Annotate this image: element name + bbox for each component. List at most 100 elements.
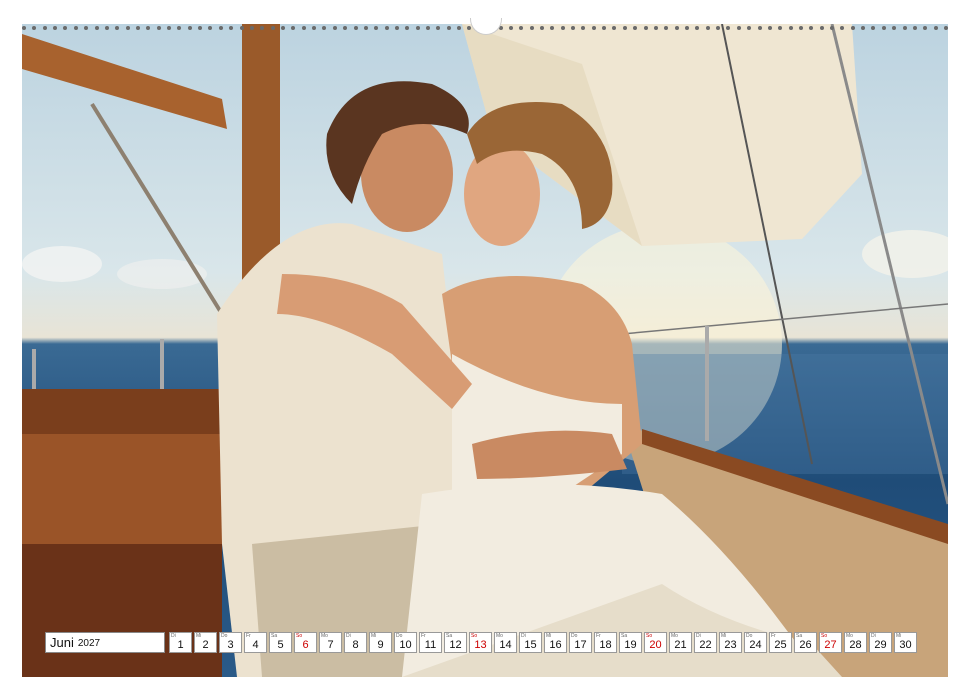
day-number: 25 xyxy=(774,639,787,651)
day-number: 27 xyxy=(824,639,837,651)
binding-hole xyxy=(53,26,58,30)
day-cell: Mi 9 xyxy=(369,632,392,653)
binding-hole xyxy=(104,26,109,30)
binding-hole xyxy=(301,26,306,30)
binding-hole xyxy=(384,26,389,30)
day-number: 7 xyxy=(327,639,334,651)
binding-hole xyxy=(198,26,203,30)
binding-hole xyxy=(581,26,586,30)
binding-hole xyxy=(653,26,658,30)
day-number: 11 xyxy=(424,639,437,651)
binding-hole xyxy=(312,26,317,30)
day-cell: Mi 23 xyxy=(719,632,742,653)
day-cell: Di 22 xyxy=(694,632,717,653)
photo-illustration xyxy=(22,24,948,677)
binding-hole xyxy=(467,26,472,30)
binding-hole xyxy=(249,26,254,30)
binding-hole xyxy=(22,26,26,30)
day-number: 23 xyxy=(724,639,737,651)
day-cell: Di 15 xyxy=(519,632,542,653)
binding-hole xyxy=(881,26,886,30)
day-number: 2 xyxy=(202,639,209,651)
month-name: Juni xyxy=(50,635,74,650)
day-cell: Do 17 xyxy=(569,632,592,653)
calendar-photo xyxy=(22,24,948,677)
binding-hole xyxy=(125,26,130,30)
binding-hole xyxy=(664,26,669,30)
binding-hole xyxy=(529,26,534,30)
day-number: 8 xyxy=(352,639,359,651)
day-number: 17 xyxy=(574,639,587,651)
day-number: 12 xyxy=(449,639,462,651)
binding-hole xyxy=(643,26,648,30)
month-year: 2027 xyxy=(77,638,101,649)
binding-hole xyxy=(394,26,399,30)
day-number: 24 xyxy=(749,639,762,651)
binding-hole xyxy=(871,26,876,30)
binding-hole xyxy=(260,26,265,30)
binding-hole xyxy=(115,26,120,30)
binding-hole xyxy=(156,26,161,30)
day-cell: So 20 xyxy=(644,632,667,653)
binding-hole xyxy=(778,26,783,30)
binding-hole xyxy=(539,26,544,30)
binding-hole xyxy=(239,26,244,30)
binding-hole xyxy=(291,26,296,30)
binding-hole xyxy=(405,26,410,30)
binding-hole xyxy=(322,26,327,30)
day-cell: Mo 21 xyxy=(669,632,692,653)
binding-hole xyxy=(685,26,689,30)
binding-hole xyxy=(830,26,835,30)
day-cell: So 13 xyxy=(469,632,492,653)
binding-hole xyxy=(571,26,576,30)
binding-hole xyxy=(426,26,431,30)
binding-hole xyxy=(32,26,37,30)
binding-hole xyxy=(218,26,223,30)
binding-hole xyxy=(436,26,441,30)
day-number: 30 xyxy=(899,639,912,651)
day-cell: Do 24 xyxy=(744,632,767,653)
day-cell: Sa 19 xyxy=(619,632,642,653)
binding-hole xyxy=(912,26,917,30)
day-number: 13 xyxy=(474,639,487,651)
binding-hole xyxy=(84,26,89,30)
binding-hole xyxy=(73,26,78,30)
binding-hole xyxy=(695,26,700,30)
day-cell: Fr 4 xyxy=(244,632,267,653)
day-cell: Fr 18 xyxy=(594,632,617,653)
day-number: 22 xyxy=(699,639,712,651)
binding-hole xyxy=(933,26,938,30)
day-number: 10 xyxy=(399,639,412,651)
day-cell: Fr 25 xyxy=(769,632,792,653)
day-cell: Do 10 xyxy=(394,632,417,653)
day-cell: Sa 5 xyxy=(269,632,292,653)
binding-hole xyxy=(280,26,285,30)
day-number: 9 xyxy=(377,639,384,651)
binding-hole xyxy=(187,26,192,30)
day-number: 29 xyxy=(874,639,887,651)
binding-hole xyxy=(747,26,752,30)
day-cell: Do 3 xyxy=(219,632,242,653)
day-number: 26 xyxy=(799,639,812,651)
day-number: 15 xyxy=(524,639,537,651)
day-number: 14 xyxy=(499,639,512,651)
binding-hole xyxy=(902,26,907,30)
binding-hole xyxy=(767,26,772,30)
day-number: 21 xyxy=(674,639,687,651)
day-number: 28 xyxy=(849,639,862,651)
day-cell: Mo 28 xyxy=(844,632,867,653)
binding-hole xyxy=(415,26,420,30)
day-cell: Di 29 xyxy=(869,632,892,653)
day-number: 20 xyxy=(649,639,662,651)
binding-hole xyxy=(809,26,814,30)
binding-hole xyxy=(42,26,47,30)
binding-hole xyxy=(363,26,368,30)
binding-hole xyxy=(850,26,855,30)
binding-hole xyxy=(457,26,462,30)
day-cell: Mi 2 xyxy=(194,632,217,653)
day-cell: Di 1 xyxy=(169,632,192,653)
binding-hole xyxy=(788,26,793,30)
binding-hole xyxy=(612,26,617,30)
binding-hole xyxy=(353,26,358,30)
binding-hole xyxy=(63,26,68,30)
